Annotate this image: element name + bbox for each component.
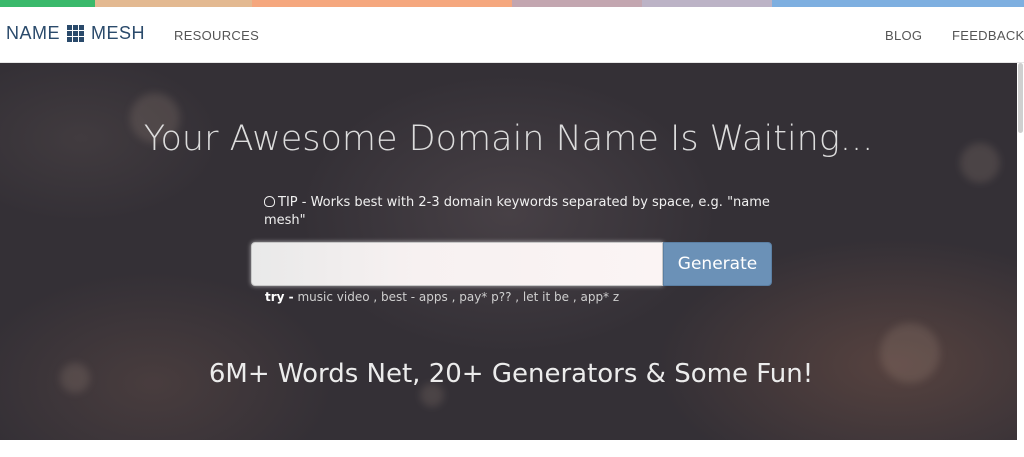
tip-text: TIP - Works best with 2-3 domain keyword…: [264, 195, 770, 228]
domain-search-input[interactable]: [251, 242, 663, 286]
stripe-segment: [512, 0, 642, 7]
try-example-link[interactable]: app* z: [580, 290, 619, 304]
brand-name-left: NAME: [6, 23, 61, 43]
stripe-segment: [252, 0, 512, 7]
nav-link-resources[interactable]: RESOURCES: [174, 28, 259, 43]
nav-link-blog[interactable]: BLOG: [885, 28, 922, 43]
stripe-segment: [0, 0, 95, 7]
try-example-link[interactable]: let it be: [523, 290, 569, 304]
scrollbar-thumb[interactable]: [1018, 63, 1023, 133]
generate-button[interactable]: Generate: [663, 242, 772, 286]
try-example-link[interactable]: best - apps: [381, 290, 448, 304]
lightbulb-icon: [264, 196, 275, 207]
brand-name-right: MESH: [91, 23, 146, 43]
separator: ,: [369, 290, 381, 304]
nav-link-feedback[interactable]: FEEDBACK: [952, 28, 1024, 43]
separator: ,: [569, 290, 581, 304]
top-navbar: NAME MESH RESOURCES BLOG FEEDBACK: [0, 7, 1024, 63]
brand-logo[interactable]: NAME MESH: [6, 23, 145, 44]
hero-section: Your Awesome Domain Name Is Waiting... T…: [0, 63, 1017, 440]
try-label: try -: [265, 290, 294, 304]
try-example-link[interactable]: music video: [297, 290, 369, 304]
page-scrollbar[interactable]: [1017, 63, 1024, 457]
hero-subtitle: 6M+ Words Net, 20+ Generators & Some Fun…: [208, 359, 814, 389]
grid-icon: [67, 25, 85, 42]
hero-title: Your Awesome Domain Name Is Waiting...: [143, 119, 874, 159]
stripe-segment: [642, 0, 772, 7]
try-example-link[interactable]: pay* p??: [459, 290, 511, 304]
separator: ,: [447, 290, 460, 304]
stripe-segment: [95, 0, 252, 7]
try-examples: try - music video , best - apps , pay* p…: [265, 290, 619, 304]
separator: ,: [511, 290, 523, 304]
stripe-segment: [772, 0, 1024, 7]
tip-text-block: TIP - Works best with 2-3 domain keyword…: [264, 194, 774, 230]
color-stripe: [0, 0, 1024, 7]
